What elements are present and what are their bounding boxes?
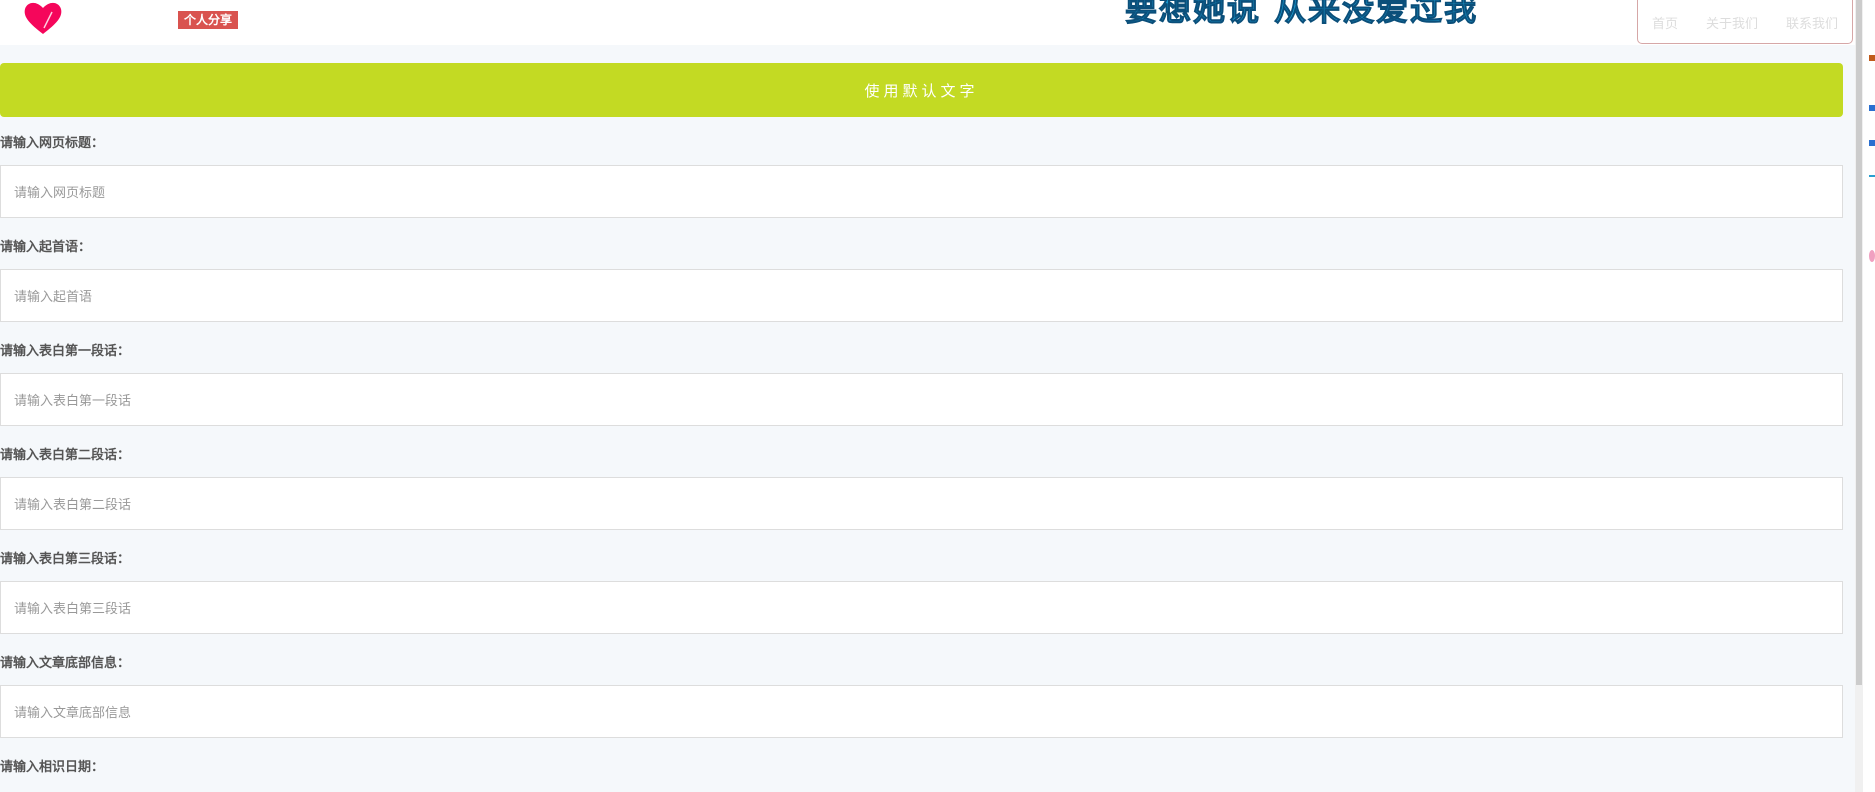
footer-info-input[interactable]: 请输入文章底部信息: [0, 685, 1843, 738]
site-title: 要想她说 从来没爱过我: [1124, 0, 1479, 29]
paragraph1-input[interactable]: 请输入表白第一段话: [0, 373, 1843, 426]
field-label: 请输入相识日期：: [0, 760, 105, 775]
field-label: 请输入表白第三段话：: [0, 552, 131, 567]
side-icon[interactable]: [1869, 105, 1875, 111]
field-label: 请输入网页标题：: [0, 136, 105, 151]
form: 使用默认文字 请输入网页标题： 请输入网页标题 请输入起首语： 请输入起首语 请…: [0, 63, 1843, 777]
nav-home[interactable]: 首页: [1652, 13, 1678, 32]
use-default-text-button[interactable]: 使用默认文字: [0, 63, 1843, 117]
page-title-input[interactable]: 请输入网页标题: [0, 165, 1843, 218]
field-label: 请输入表白第一段话：: [0, 344, 131, 359]
nav-contact[interactable]: 联系我们: [1786, 13, 1838, 32]
header: 个人分享 要想她说 从来没爱过我 首页 关于我们 联系我们: [0, 0, 1855, 45]
nav-about[interactable]: 关于我们: [1706, 13, 1758, 32]
side-icon[interactable]: [1869, 140, 1875, 146]
field-label: 请输入起首语：: [0, 240, 92, 255]
scrollbar-thumb[interactable]: [1856, 0, 1862, 685]
nav-menu: 首页 关于我们 联系我们: [1637, 0, 1853, 44]
field-label: 请输入表白第二段话：: [0, 448, 131, 463]
side-icon[interactable]: [1869, 55, 1875, 61]
paragraph2-input[interactable]: 请输入表白第二段话: [0, 477, 1843, 530]
opening-input[interactable]: 请输入起首语: [0, 269, 1843, 322]
heart-logo-icon[interactable]: [22, 0, 64, 36]
side-icon[interactable]: [1869, 250, 1875, 262]
side-icon[interactable]: [1869, 175, 1875, 177]
side-panel: [1863, 0, 1875, 792]
personal-share-badge: 个人分享: [178, 11, 239, 29]
field-label: 请输入文章底部信息：: [0, 656, 131, 671]
paragraph3-input[interactable]: 请输入表白第三段话: [0, 581, 1843, 634]
